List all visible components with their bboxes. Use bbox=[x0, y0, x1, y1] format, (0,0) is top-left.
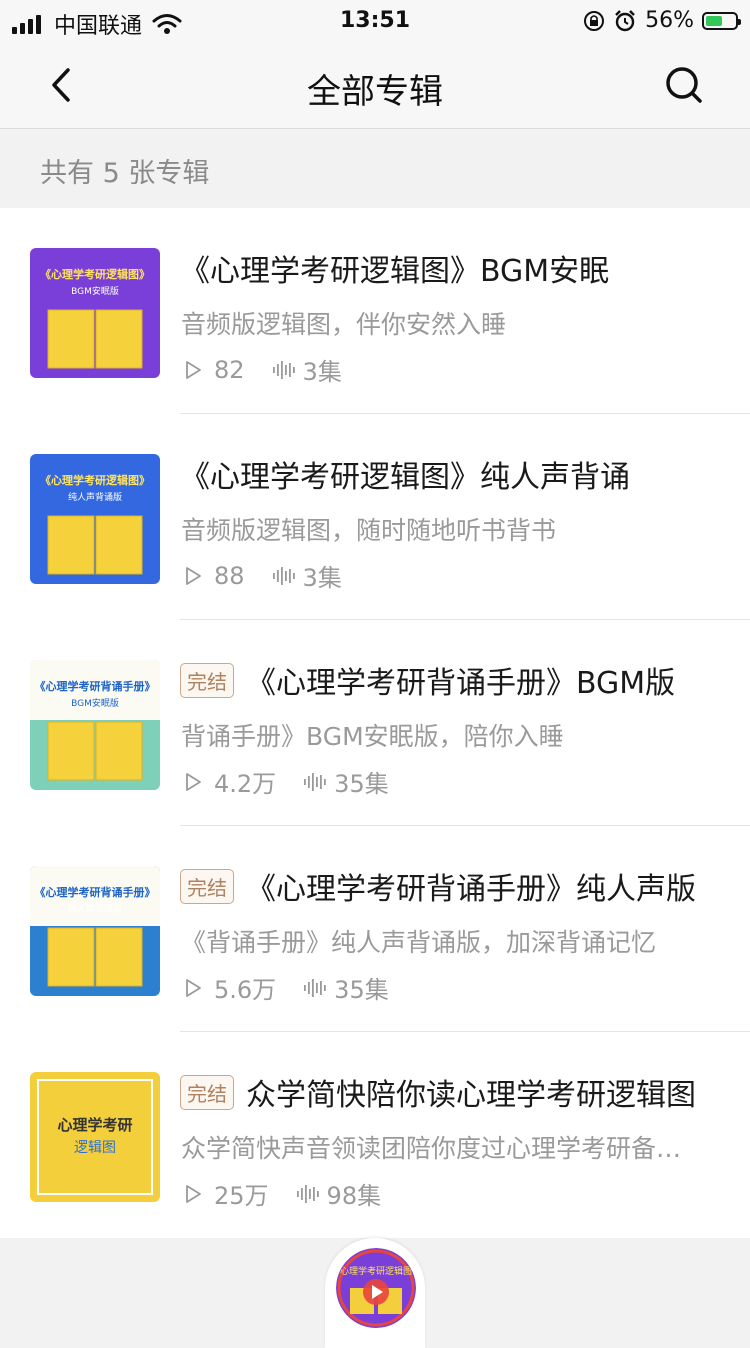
cover-tag: 逻辑图 bbox=[74, 1140, 116, 1156]
cover-heading: 《心理学考研背诵手册》 bbox=[35, 885, 156, 899]
play-count: 82 bbox=[214, 355, 245, 384]
cover-tag: 纯人声背诵版 bbox=[68, 491, 122, 503]
cover-tag: BGM安眠版 bbox=[71, 697, 119, 709]
album-subtitle: 音频版逻辑图，伴你安然入睡 bbox=[181, 310, 507, 339]
album-item[interactable]: 《心理学考研逻辑图》 BGM安眠版 《心理学考研逻辑图》BGM安眠音频版逻辑图，伴你… bbox=[0, 208, 750, 414]
album-cover: 《心理学考研背诵手册》 纯人声背诵版 bbox=[30, 866, 160, 996]
album-meta: 5.6万 35集 bbox=[184, 970, 389, 1005]
audio-wave-icon bbox=[296, 1184, 319, 1203]
album-count: 共有 5 张专辑 bbox=[40, 158, 210, 189]
album-subtitle: 众学简快声音领读团陪你度过心理学考研备… bbox=[181, 1134, 682, 1163]
play-count-icon bbox=[186, 978, 201, 997]
play-icon bbox=[363, 1279, 389, 1305]
episode-count: 35集 bbox=[334, 770, 389, 798]
album-title: 《心理学考研逻辑图》纯人声背诵 bbox=[180, 460, 630, 495]
album-subtitle: 背诵手册》BGM安眠版，陪你入睡 bbox=[181, 722, 564, 751]
album-item[interactable]: 《心理学考研背诵手册》 纯人声背诵版 完结 《心理学考研背诵手册》纯人声版 《背诵手册》… bbox=[0, 826, 750, 1032]
album-cover: 《心理学考研逻辑图》 BGM安眠版 bbox=[30, 248, 160, 378]
album-title-row: 《心理学考研逻辑图》BGM安眠 bbox=[180, 246, 609, 290]
battery-icon bbox=[702, 11, 741, 30]
navigation-bar: 全部专辑 bbox=[0, 44, 750, 129]
status-right: 56% bbox=[583, 8, 741, 33]
cover-heading: 心理学考研 bbox=[57, 1116, 132, 1134]
album-item[interactable]: 《心理学考研逻辑图》 纯人声背诵版 《心理学考研逻辑图》纯人声背诵 音频版逻辑图，随时… bbox=[0, 414, 750, 620]
play-count-icon bbox=[186, 772, 201, 791]
album-meta: 88 3集 bbox=[184, 558, 342, 593]
album-title: 《心理学考研背诵手册》纯人声版 bbox=[246, 872, 696, 907]
alarm-icon bbox=[615, 9, 635, 31]
album-count-bar: 共有 5 张专辑 bbox=[0, 129, 750, 208]
play-count: 25万 bbox=[214, 1182, 269, 1210]
album-cover: 《心理学考研背诵手册》 BGM安眠版 bbox=[30, 660, 160, 790]
completed-badge: 完结 bbox=[180, 868, 234, 904]
album-item[interactable]: 《心理学考研背诵手册》 BGM安眠版 完结 《心理学考研背诵手册》BGM版背诵手册》B… bbox=[0, 620, 750, 826]
cover-heading: 《心理学考研背诵手册》 bbox=[35, 679, 156, 693]
album-cover: 心理学考研 逻辑图 bbox=[30, 1072, 160, 1202]
album-title-row: 完结 《心理学考研背诵手册》纯人声版 bbox=[180, 864, 696, 908]
rotation-lock-icon bbox=[584, 10, 605, 31]
search-icon bbox=[666, 67, 702, 103]
episode-count: 3集 bbox=[302, 358, 342, 386]
status-bar: 中国联通 13:51 56% bbox=[0, 0, 750, 44]
cover-heading: 《心理学考研逻辑图》 bbox=[40, 473, 150, 487]
album-title-row: 完结 《心理学考研背诵手册》BGM版 bbox=[180, 658, 675, 702]
cover-heading: 《心理学考研逻辑图》 bbox=[40, 267, 150, 281]
audio-wave-icon bbox=[304, 978, 326, 997]
cover-tag: BGM安眠版 bbox=[71, 285, 119, 297]
completed-badge: 完结 bbox=[180, 1074, 234, 1110]
mini-player-disc[interactable]: 心理学考研逻辑图 bbox=[336, 1248, 416, 1328]
episode-count: 35集 bbox=[334, 976, 389, 1004]
search-button[interactable] bbox=[660, 62, 710, 112]
play-count-icon bbox=[186, 566, 201, 585]
episode-count: 98集 bbox=[326, 1182, 382, 1210]
album-title: 《心理学考研背诵手册》BGM版 bbox=[246, 666, 676, 701]
album-meta: 25万 98集 bbox=[184, 1176, 381, 1211]
album-item[interactable]: 心理学考研 逻辑图 完结 众学简快陪你读心理学考研逻辑图 众学简快声音领读团陪你度过心理… bbox=[0, 1032, 750, 1238]
play-count-icon bbox=[186, 360, 201, 379]
album-list: 《心理学考研逻辑图》 BGM安眠版 《心理学考研逻辑图》BGM安眠音频版逻辑图，伴你… bbox=[0, 208, 750, 1238]
play-count: 4.2万 bbox=[214, 770, 277, 798]
audio-wave-icon bbox=[272, 360, 295, 379]
album-title: 《心理学考研逻辑图》BGM安眠 bbox=[180, 254, 610, 289]
page-title: 全部专辑 bbox=[307, 72, 443, 112]
play-count: 5.6万 bbox=[214, 976, 277, 1004]
play-count: 88 bbox=[214, 561, 245, 590]
album-subtitle: 《背诵手册》纯人声背诵版，加深背诵记忆 bbox=[181, 928, 657, 957]
play-count-icon bbox=[186, 1184, 201, 1203]
album-meta: 82 3集 bbox=[184, 352, 342, 387]
album-title: 众学简快陪你读心理学考研逻辑图 bbox=[246, 1078, 696, 1113]
episode-count: 3集 bbox=[302, 564, 342, 592]
album-title-row: 《心理学考研逻辑图》纯人声背诵 bbox=[180, 452, 630, 496]
album-cover: 《心理学考研逻辑图》 纯人声背诵版 bbox=[30, 454, 160, 584]
album-meta: 4.2万 35集 bbox=[184, 764, 389, 799]
completed-badge: 完结 bbox=[180, 662, 234, 698]
battery-percent: 56% bbox=[645, 8, 694, 33]
cover-tag: 纯人声背诵版 bbox=[68, 903, 122, 915]
audio-wave-icon bbox=[272, 566, 295, 585]
album-subtitle: 音频版逻辑图，随时随地听书背书 bbox=[181, 516, 557, 545]
audio-wave-icon bbox=[304, 772, 326, 791]
album-title-row: 完结 众学简快陪你读心理学考研逻辑图 bbox=[180, 1070, 696, 1114]
